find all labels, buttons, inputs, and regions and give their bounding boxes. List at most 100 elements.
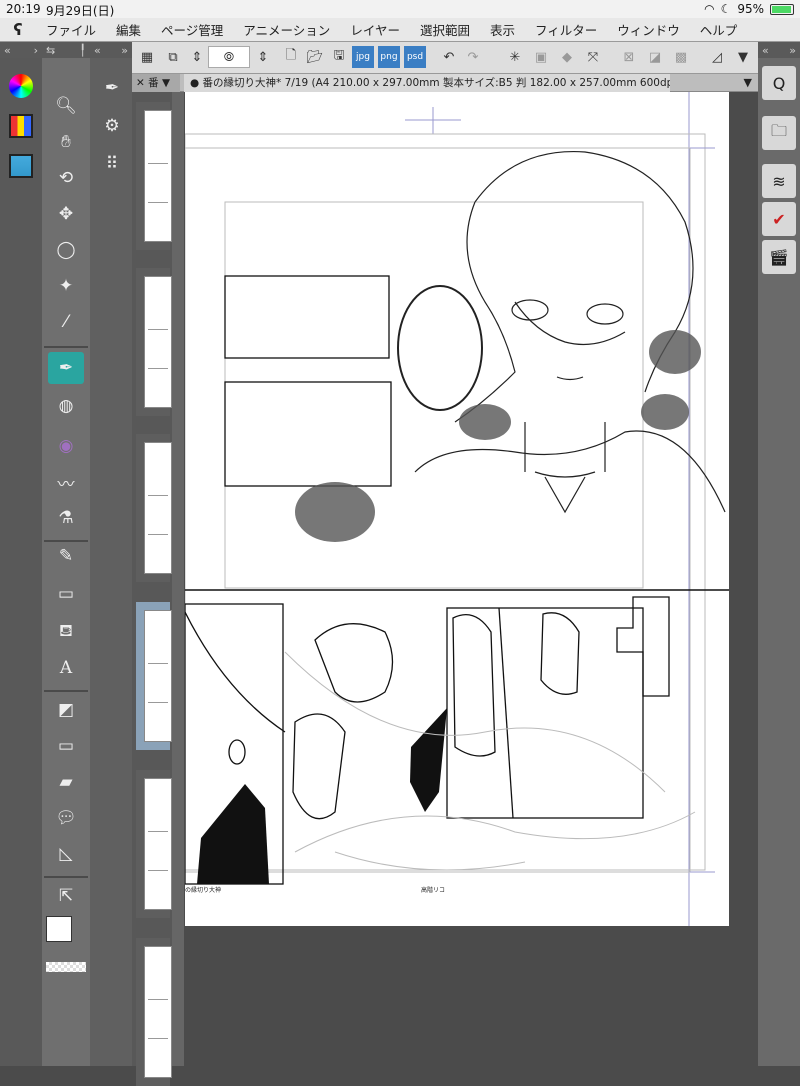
cut-icon[interactable]: ⧉ <box>162 46 184 68</box>
sub-tool-header[interactable]: «» <box>90 42 132 58</box>
tab-first[interactable]: ✕ 番 ▼ <box>132 74 180 92</box>
menu-selection[interactable]: 選択範囲 <box>410 20 480 39</box>
transform-icon[interactable]: ✳ <box>504 46 526 68</box>
thumbnail-page <box>144 610 172 742</box>
menu-filter[interactable]: フィルター <box>525 20 607 39</box>
sub-tool-icon[interactable]: ✒︎ <box>94 72 130 104</box>
tab-list-dropdown-icon[interactable]: ▼ <box>744 74 752 92</box>
eyedropper-tool-icon[interactable]: ⁄ <box>48 306 84 338</box>
clear-icon[interactable]: ⊠ <box>618 46 640 68</box>
ruler-tool-icon[interactable]: ◺ <box>48 838 84 870</box>
tool-header-left-icon[interactable]: ⇆ <box>46 44 55 57</box>
transparent-color-swatch[interactable] <box>46 962 86 972</box>
ruler-snap-icon[interactable]: ◿ <box>706 46 728 68</box>
page-thumbnail-selected[interactable] <box>136 602 172 750</box>
right-dock-header[interactable]: «» <box>758 42 800 58</box>
status-right: ◠ ☾ 95% <box>704 2 794 16</box>
scale-icon[interactable]: ▣ <box>530 46 552 68</box>
eraser-tool-icon[interactable]: ▭ <box>48 578 84 610</box>
move-tool-icon[interactable]: ✥ <box>48 198 84 230</box>
airbrush-tool-icon[interactable]: 〰 <box>48 466 84 498</box>
material-icon[interactable]: 🗀 <box>762 116 796 150</box>
decoration-tool-icon[interactable]: ◉ <box>48 430 84 462</box>
color-set-icon[interactable] <box>9 114 33 138</box>
rotate-tool-icon[interactable]: ⟲ <box>48 162 84 194</box>
pencil-tool-icon[interactable]: ✎ <box>48 540 84 572</box>
tab-close-icon[interactable]: ✕ <box>136 77 148 89</box>
page-footer-center: 高階リコ <box>421 886 445 894</box>
page-thumbnail[interactable] <box>136 434 172 582</box>
menu-page[interactable]: ページ管理 <box>151 20 233 39</box>
text-tool-icon[interactable]: A <box>48 652 84 684</box>
page-thumbnail[interactable] <box>136 268 172 416</box>
menu-layer[interactable]: レイヤー <box>340 20 410 39</box>
save-icon[interactable]: 🖫 <box>328 46 350 68</box>
frame-tool-icon[interactable]: ▰ <box>48 766 84 798</box>
thumbnail-scrollbar[interactable] <box>172 92 184 1066</box>
hand-tool-icon[interactable]: ✋︎ <box>48 126 84 158</box>
clip-studio-logo-icon[interactable]: ʕ <box>0 20 36 39</box>
cloud-sync-icon[interactable]: ⦾ <box>208 46 250 68</box>
left-dock-column: «› <box>0 42 42 1066</box>
page-thumbnail[interactable] <box>136 102 172 250</box>
export-png-icon[interactable]: png <box>378 46 400 68</box>
lasso-tool-icon[interactable]: ◯ <box>48 234 84 266</box>
menu-edit[interactable]: 編集 <box>106 20 151 39</box>
pen-tool-icon[interactable]: ✒ <box>48 352 84 384</box>
dock-collapse-header[interactable]: «› <box>0 42 42 58</box>
blur-tool-icon[interactable]: ◍ <box>48 390 84 422</box>
manga-page[interactable]: の縁切り大神 高階リコ <box>185 92 729 926</box>
color-wheel-icon[interactable] <box>9 74 33 98</box>
expand-right-icon[interactable]: » <box>789 44 796 57</box>
new-file-icon[interactable]: 🗋 <box>280 46 302 68</box>
timeline-clapper-icon[interactable]: 🎬︎ <box>762 240 796 274</box>
command-bar: ▦ ⧉ ⇕ ⦾ ⇕ 🗋 📂︎ 🖫 jpg png psd ↶ ↷ ✳ ▣ ◆ ⤧… <box>132 42 758 74</box>
tool-palette-header: ⇆ ╿ <box>42 42 90 58</box>
more-down-icon[interactable]: ▼ <box>732 46 754 68</box>
filmstrip-icon[interactable] <box>9 154 33 178</box>
redo-icon[interactable]: ↷ <box>462 46 484 68</box>
page-thumbnail[interactable] <box>136 770 172 918</box>
magic-wand-tool-icon[interactable]: ✦ <box>48 270 84 302</box>
fill-tool-icon[interactable]: ⛾ <box>48 616 84 648</box>
layers-icon[interactable]: ≋ <box>762 164 796 198</box>
page-thumbnail[interactable] <box>136 938 172 1086</box>
rectangle-tool-icon[interactable]: ▭ <box>48 730 84 762</box>
correct-line-tool-icon[interactable]: ⇱ <box>48 880 84 912</box>
collapse-left-icon[interactable]: « <box>762 44 769 57</box>
menu-window[interactable]: ウィンドウ <box>607 20 690 39</box>
gradient-tool-icon[interactable]: ◩ <box>48 694 84 726</box>
ink-tool-icon[interactable]: ⚗ <box>48 502 84 534</box>
grid-icon[interactable]: ▦ <box>136 46 158 68</box>
free-transform-icon[interactable]: ⤧ <box>582 46 604 68</box>
up-down-arrows-icon[interactable]: ⇕ <box>252 46 274 68</box>
expand-right-icon[interactable]: » <box>121 44 128 57</box>
balloon-tool-icon[interactable]: 💬︎ <box>48 802 84 834</box>
brush-size-icon[interactable]: ⠿ <box>94 148 130 180</box>
tab-active[interactable]: ● 番の縁切り大神* 7/19 (A4 210.00 x 297.00mm 製本… <box>184 74 670 92</box>
invert-icon[interactable]: ◪ <box>644 46 666 68</box>
select-all-icon[interactable]: ▩ <box>670 46 692 68</box>
tab-dropdown-icon[interactable]: ▼ <box>162 77 170 89</box>
tool-header-brush-icon[interactable]: ╿ <box>79 44 86 57</box>
tool-property-icon[interactable]: ⚙ <box>94 110 130 142</box>
layer-property-icon[interactable]: ✔ <box>762 202 796 236</box>
navigator-icon[interactable]: Q <box>762 66 796 100</box>
export-jpg-icon[interactable]: jpg <box>352 46 374 68</box>
up-down-arrows-icon[interactable]: ⇕ <box>186 46 208 68</box>
menu-view[interactable]: 表示 <box>480 20 525 39</box>
main-color-swatch[interactable] <box>46 916 72 942</box>
collapse-left-icon[interactable]: « <box>4 44 11 57</box>
menu-animation[interactable]: アニメーション <box>233 20 340 39</box>
export-psd-icon[interactable]: psd <box>404 46 426 68</box>
tab-active-label: 番の縁切り大神* 7/19 (A4 210.00 x 297.00mm 製本サイ… <box>202 77 671 89</box>
menu-help[interactable]: ヘルプ <box>690 20 748 39</box>
menu-file[interactable]: ファイル <box>36 20 106 39</box>
open-file-icon[interactable]: 📂︎ <box>304 46 326 68</box>
collapse-left-icon[interactable]: « <box>94 44 101 57</box>
status-date: 9月29日(日) <box>46 4 115 18</box>
expand-right-icon[interactable]: › <box>34 44 38 57</box>
zoom-tool-icon[interactable]: 🔍︎ <box>48 90 84 122</box>
undo-icon[interactable]: ↶ <box>438 46 460 68</box>
fill-selection-icon[interactable]: ◆ <box>556 46 578 68</box>
